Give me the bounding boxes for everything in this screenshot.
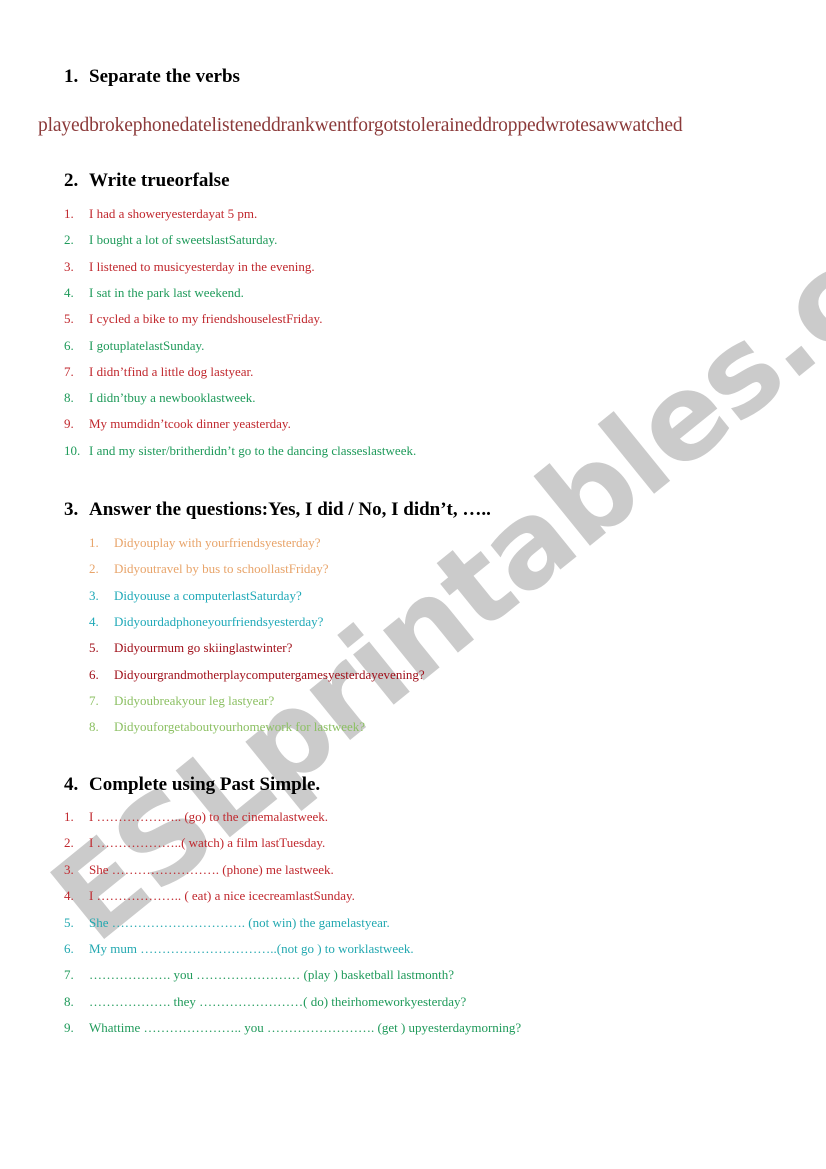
item-number: 2. <box>89 561 99 577</box>
item-number: 6. <box>64 941 74 956</box>
item-text: Didyoubreakyour leg lastyear? <box>114 692 275 708</box>
item-text: ………………. they ……………………( do) theirhomework… <box>89 993 467 1009</box>
question-item: 1. Didyouplay with yourfriendsyesterday? <box>89 535 321 551</box>
item-text: Didyouuse a computerlastSaturday? <box>114 587 302 603</box>
fill-in-item: 9. Whattime ………………….. you ……………………. (get … <box>64 1020 521 1036</box>
true-false-item: 6. I gotuplatelastSunday. <box>64 338 204 354</box>
section-number: 4. <box>64 774 79 795</box>
item-text: ………………. you …………………… (play ) basketball … <box>89 967 455 983</box>
item-number: 4. <box>64 284 74 300</box>
item-text: I gotuplatelastSunday. <box>89 337 205 353</box>
item-text: I ……………….. ( eat) a nice icecreamlastSun… <box>89 888 355 904</box>
item-number: 3. <box>89 587 99 603</box>
item-number: 1. <box>64 809 74 824</box>
section-1-heading: 1. Separate the verbs <box>64 66 240 88</box>
item-text: I bought a lot of sweetslastSaturday. <box>89 232 278 248</box>
true-false-item: 10. I and my sister/britherdidn’t go to t… <box>64 443 416 459</box>
item-number: 6. <box>64 337 74 353</box>
true-false-item: 5. I cycled a bike to my friendshouselest… <box>64 311 322 327</box>
verbs-string: playedbrokephonedatelisteneddrankwentfor… <box>38 115 683 136</box>
section-number: 3. <box>64 499 79 520</box>
item-text: She ……………………. (phone) me lastweek. <box>89 861 334 877</box>
item-text: Didyouplay with yourfriendsyesterday? <box>114 535 321 550</box>
fill-in-item: 3. She ……………………. (phone) me lastweek. <box>64 862 334 878</box>
section-number: 1. <box>64 66 79 87</box>
item-text: Didyourmum go skiinglastwinter? <box>114 640 293 656</box>
fill-in-item: 8. ………………. they ……………………( do) theirhomewo… <box>64 994 466 1010</box>
question-item: 7. Didyoubreakyour leg lastyear? <box>89 693 274 709</box>
question-item: 8. Didyouforgetaboutyourhomework for last… <box>89 719 365 735</box>
item-number: 7. <box>64 967 74 983</box>
fill-in-item: 2. I ………………..( watch) a film lastTuesday. <box>64 835 325 851</box>
item-number: 2. <box>64 232 74 248</box>
section-number: 2. <box>64 170 79 191</box>
fill-in-item: 5. She …………………………. (not win) the gamelast… <box>64 915 390 931</box>
item-number: 10. <box>64 442 81 458</box>
item-number: 6. <box>89 666 99 682</box>
item-number: 8. <box>64 390 74 406</box>
item-number: 1. <box>89 535 99 550</box>
item-number: 8. <box>89 719 99 735</box>
item-text: She …………………………. (not win) the gamelastye… <box>89 914 390 930</box>
fill-in-item: 1. I ……………….. (go) to the cinemalastweek. <box>64 809 328 825</box>
item-number: 5. <box>89 640 99 656</box>
item-text: I ……………….. (go) to the cinemalastweek. <box>89 809 328 824</box>
question-item: 4. Didyourdadphoneyourfriendsyesterday? <box>89 614 323 630</box>
item-number: 4. <box>89 613 99 629</box>
item-text: I had a showeryesterdayat 5 pm. <box>89 206 258 221</box>
item-number: 7. <box>89 692 99 708</box>
worksheet-page: ESLprintables.com 1. Separate the verbs p… <box>0 0 826 1169</box>
item-number: 9. <box>64 1020 74 1036</box>
item-text: I cycled a bike to my friendshouselestFr… <box>89 311 323 327</box>
section-title: Complete using Past Simple. <box>89 774 321 795</box>
item-text: I didn’tbuy a newbooklastweek. <box>89 390 256 406</box>
section-title: Answer the questions:Yes, I did / No, I … <box>89 499 491 520</box>
item-text: My mumdidn’tcook dinner yeasterday. <box>89 416 291 432</box>
fill-in-item: 7. ………………. you …………………… (play ) basketbal… <box>64 967 454 983</box>
item-text: I listened to musicyesterday in the even… <box>89 258 315 274</box>
item-number: 3. <box>64 861 74 877</box>
question-item: 5. Didyourmum go skiinglastwinter? <box>89 640 292 656</box>
item-text: I and my sister/britherdidn’t go to the … <box>89 442 417 458</box>
item-text: I didn’tfind a little dog lastyear. <box>89 363 254 379</box>
true-false-item: 9. My mumdidn’tcook dinner yeasterday. <box>64 416 291 432</box>
true-false-item: 3. I listened to musicyesterday in the ev… <box>64 259 315 275</box>
item-text: I sat in the park last weekend. <box>89 284 244 300</box>
item-text: My mum …………………………..(not go ) to worklast… <box>89 941 414 956</box>
item-text: I ………………..( watch) a film lastTuesday. <box>89 835 326 851</box>
item-text: Didyourgrandmotherplaycomputergamesyeste… <box>114 666 425 682</box>
item-number: 9. <box>64 416 74 432</box>
item-number: 5. <box>64 914 74 930</box>
item-text: Whattime ………………….. you ……………………. (get ) … <box>89 1020 522 1036</box>
fill-in-item: 6. My mum …………………………..(not go ) to workla… <box>64 941 414 957</box>
fill-in-item: 4. I ……………….. ( eat) a nice icecreamlastS… <box>64 888 355 904</box>
true-false-item: 7. I didn’tfind a little dog lastyear. <box>64 364 253 380</box>
true-false-item: 8. I didn’tbuy a newbooklastweek. <box>64 390 256 406</box>
item-text: Didyourdadphoneyourfriendsyesterday? <box>114 613 324 629</box>
question-item: 3. Didyouuse a computerlastSaturday? <box>89 588 302 604</box>
section-title: Write trueorfalse <box>89 170 230 191</box>
item-number: 3. <box>64 258 74 274</box>
section-2-heading: 2. Write trueorfalse <box>64 170 230 192</box>
item-number: 7. <box>64 363 74 379</box>
section-title: Separate the verbs <box>89 66 240 87</box>
question-item: 6. Didyourgrandmotherplaycomputergamesyes… <box>89 667 425 683</box>
item-number: 2. <box>64 835 74 851</box>
true-false-item: 4. I sat in the park last weekend. <box>64 285 244 301</box>
question-item: 2. Didyoutravel by bus to schoollastFrida… <box>89 561 328 577</box>
item-number: 1. <box>64 206 74 221</box>
section-4-heading: 4. Complete using Past Simple. <box>64 774 320 796</box>
item-number: 8. <box>64 993 74 1009</box>
item-text: Didyoutravel by bus to schoollastFriday? <box>114 561 329 577</box>
true-false-item: 1. I had a showeryesterdayat 5 pm. <box>64 206 257 222</box>
item-number: 5. <box>64 311 74 327</box>
item-text: Didyouforgetaboutyourhomework for lastwe… <box>114 719 366 735</box>
true-false-item: 2. I bought a lot of sweetslastSaturday. <box>64 232 277 248</box>
item-number: 4. <box>64 888 74 904</box>
section-3-heading: 3. Answer the questions:Yes, I did / No, … <box>64 499 491 521</box>
